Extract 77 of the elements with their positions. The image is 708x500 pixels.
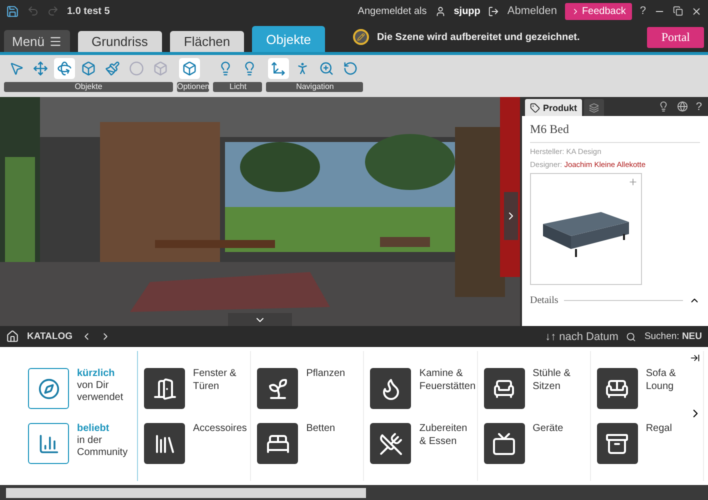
- panel-tab[interactable]: [584, 99, 604, 116]
- end-icon[interactable]: [690, 353, 700, 363]
- category-label[interactable]: Pflanzen: [306, 368, 346, 380]
- category-label[interactable]: Fenster & Türen: [193, 368, 250, 393]
- project-name: 1.0 test 5: [67, 6, 110, 16]
- rotate-tool[interactable]: [54, 58, 75, 79]
- books-icon[interactable]: [144, 423, 185, 464]
- shortcut-label[interactable]: beliebt in der Community: [77, 423, 137, 459]
- menu-button[interactable]: Menü: [4, 30, 70, 52]
- chair-icon[interactable]: [484, 368, 525, 409]
- utensils-icon[interactable]: [370, 423, 412, 464]
- menu-icon: [48, 34, 62, 48]
- close-icon[interactable]: [691, 6, 702, 16]
- save-icon[interactable]: [6, 4, 19, 18]
- login-label: Angemeldet als: [358, 6, 427, 16]
- product-name: M6 Bed: [530, 122, 700, 143]
- category-label[interactable]: Accessoires: [193, 423, 247, 436]
- tab[interactable]: Grundriss: [78, 31, 162, 52]
- shortcut-label[interactable]: kürzlich von Dir verwendet: [77, 368, 137, 404]
- bed-icon[interactable]: [257, 423, 298, 464]
- category-label[interactable]: Stühle & Sitzen: [532, 368, 590, 393]
- cube-icon: [81, 61, 96, 76]
- cube-tool[interactable]: [179, 58, 200, 79]
- pencil-icon: [352, 29, 369, 45]
- group-label: Navigation: [266, 82, 364, 92]
- category-label[interactable]: Regal: [646, 423, 672, 436]
- category-label[interactable]: Zubereiten & Essen: [419, 423, 477, 448]
- cube-icon: [153, 61, 168, 76]
- circle-icon: [129, 61, 144, 76]
- globe-icon[interactable]: [676, 101, 688, 112]
- search-label[interactable]: Suchen: NEU: [644, 331, 702, 342]
- tag-icon: [530, 102, 540, 112]
- group-label: Optionen: [177, 82, 210, 92]
- category-label[interactable]: Sofa & Loung: [646, 368, 704, 393]
- cursor-icon: [9, 61, 24, 76]
- sofa-icon[interactable]: [596, 368, 638, 409]
- zoom-icon: [319, 61, 334, 76]
- shelf-icon[interactable]: [596, 423, 638, 464]
- plant-icon[interactable]: [257, 368, 298, 409]
- move-icon: [271, 61, 286, 76]
- panel-tab[interactable]: Produkt: [525, 99, 582, 116]
- category-label[interactable]: Geräte: [532, 423, 564, 436]
- brush-icon: [105, 61, 120, 76]
- bulb-icon[interactable]: [658, 101, 669, 112]
- search-icon: [626, 332, 636, 342]
- help-button[interactable]: ?: [696, 100, 702, 112]
- logout-icon: [488, 6, 500, 16]
- details-label: Details: [530, 295, 558, 306]
- reset-icon: [343, 61, 358, 76]
- category-label[interactable]: Betten: [306, 423, 336, 436]
- category-label[interactable]: Kamine & Feuerstätten: [419, 368, 477, 393]
- bar-chart-icon[interactable]: [28, 423, 69, 464]
- move-icon: [33, 61, 48, 76]
- portal-button[interactable]: Portal: [647, 26, 704, 48]
- move-tool[interactable]: [268, 58, 290, 79]
- tab[interactable]: Flächen: [170, 31, 244, 52]
- home-icon[interactable]: [6, 330, 19, 343]
- status-message: Die Szene wird aufbereitet und gezeichnet.: [376, 32, 580, 42]
- restore-icon[interactable]: [673, 6, 683, 16]
- logout-link[interactable]: Abmelden: [507, 5, 557, 17]
- help-button[interactable]: ?: [640, 5, 646, 17]
- rotate-icon: [57, 61, 72, 76]
- layers-icon: [589, 102, 600, 112]
- group-label: Objekte: [4, 82, 173, 92]
- scroll-thumb[interactable]: [6, 488, 366, 498]
- scrollbar[interactable]: [0, 485, 708, 500]
- feedback-button[interactable]: Feedback: [564, 2, 632, 20]
- cube-icon: [182, 61, 197, 76]
- door-icon[interactable]: [144, 368, 185, 409]
- sort-button[interactable]: ↓↑ nach Datum: [545, 330, 618, 342]
- group-label: Licht: [213, 82, 262, 92]
- user-name: sjupp: [454, 6, 480, 16]
- flame-icon[interactable]: [370, 368, 412, 409]
- tv-icon[interactable]: [484, 423, 525, 464]
- user-icon: [434, 6, 446, 16]
- compass-icon[interactable]: [28, 368, 69, 409]
- catalog-title: KATALOG: [27, 331, 73, 342]
